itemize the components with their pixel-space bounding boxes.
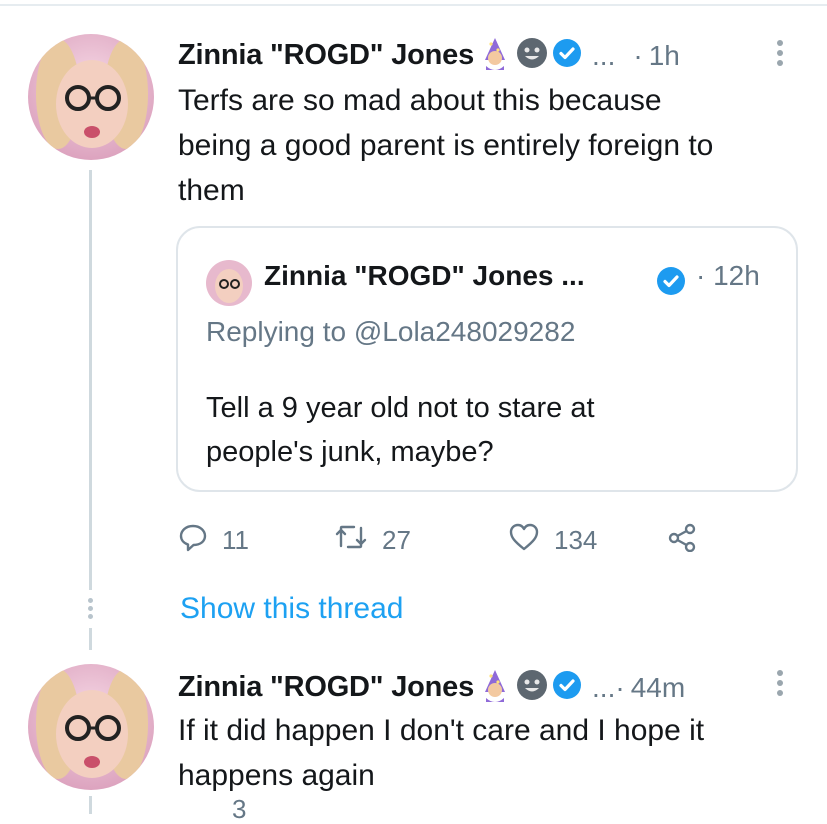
author-name[interactable]: Zinnia "ROGD" Jones <box>178 671 474 704</box>
retweet-button[interactable]: 27 <box>334 522 411 559</box>
tweet-text-line: happens again <box>178 759 375 792</box>
more-options-icon[interactable] <box>777 670 783 696</box>
tweet-text-line: being a good parent is entirely foreign … <box>178 129 714 162</box>
action-bar: 11 27 134 <box>178 522 738 562</box>
verified-badge-icon <box>552 670 582 705</box>
wizard-emoji-icon <box>478 36 512 75</box>
quoted-text: Tell a 9 year old not to stare at people… <box>206 386 766 474</box>
grinning-face-icon <box>516 669 548 706</box>
tweet-header: Zinnia "ROGD" Jones ... · 44m <box>178 668 685 707</box>
quoted-avatar <box>206 260 252 306</box>
share-button[interactable] <box>666 522 698 559</box>
tweet-text-line: Terfs are so mad about this because <box>178 84 662 117</box>
name-truncation: ... <box>592 671 616 703</box>
quoted-text-line: Tell a 9 year old not to stare at <box>206 392 595 424</box>
timestamp[interactable]: 44m <box>631 672 685 704</box>
tweet-text: If it did happen I don't care and I hope… <box>178 708 704 798</box>
reply-count: 11 <box>222 525 249 555</box>
verified-badge-icon <box>552 38 582 73</box>
replying-to: Replying to @Lola248029282 <box>206 316 575 348</box>
quoted-author-name: Zinnia "ROGD" Jones ... <box>264 260 585 291</box>
thread-gap-dots <box>86 598 94 619</box>
author-name[interactable]: Zinnia "ROGD" Jones <box>178 39 474 72</box>
top-divider <box>0 4 827 6</box>
tweet-text: Terfs are so mad about this because bein… <box>178 78 713 213</box>
tweet-text-line: If it did happen I don't care and I hope… <box>178 714 705 747</box>
timestamp[interactable]: 1h <box>649 40 680 72</box>
more-options-icon[interactable] <box>777 40 783 66</box>
retweet-icon <box>334 522 368 559</box>
thread-connector-bottom <box>89 796 92 814</box>
show-thread-link[interactable]: Show this thread <box>180 592 403 626</box>
grinning-face-icon <box>516 37 548 74</box>
wizard-emoji-icon <box>478 668 512 707</box>
tweet-header: Zinnia "ROGD" Jones ... · 1h <box>178 36 680 75</box>
reply-icon <box>178 522 208 559</box>
avatar[interactable] <box>28 34 154 160</box>
verified-badge-icon <box>656 266 686 301</box>
avatar[interactable] <box>28 664 154 790</box>
thread-connector <box>89 170 92 590</box>
retweet-count: 27 <box>382 525 411 555</box>
cut-off-count: 3 <box>232 794 247 824</box>
tweet-text-line: them <box>178 174 245 207</box>
separator-dot: · <box>633 39 643 71</box>
share-icon <box>666 522 698 559</box>
quoted-tweet[interactable]: Zinnia "ROGD" Jones ... · 12h Replying t… <box>176 226 798 492</box>
separator-dot: · <box>615 671 625 703</box>
reply-handle-link[interactable]: @Lola248029282 <box>354 316 576 347</box>
thread-connector-lower <box>89 628 92 650</box>
reply-button[interactable]: 11 <box>178 522 249 559</box>
quoted-text-line: people's junk, maybe? <box>206 436 494 468</box>
replying-prefix: Replying to <box>206 316 354 347</box>
quoted-timestamp: · 12h <box>696 260 760 291</box>
like-icon <box>508 522 540 559</box>
name-truncation: ... <box>592 39 616 71</box>
like-button[interactable]: 134 <box>508 522 597 559</box>
like-count: 134 <box>554 525 598 555</box>
